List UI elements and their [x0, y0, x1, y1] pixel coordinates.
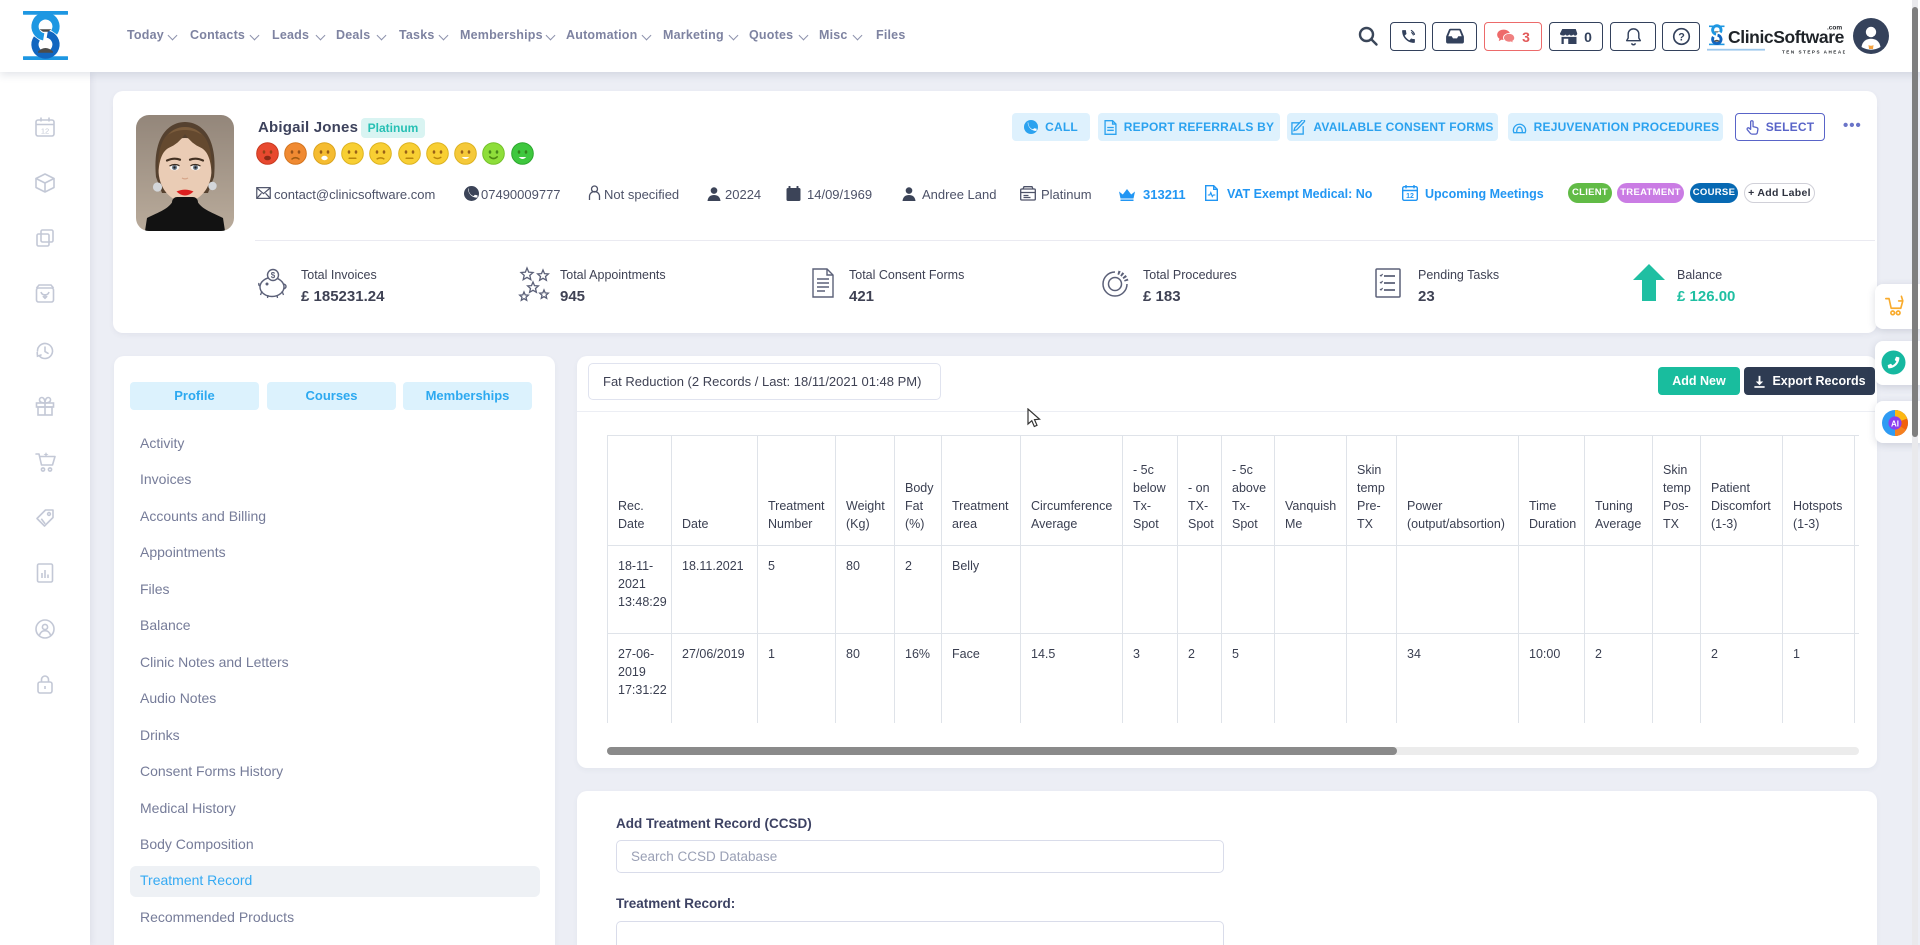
svg-text:AI: AI — [1891, 419, 1899, 428]
svg-text:12: 12 — [41, 127, 49, 136]
svg-text:TEN STEPS AHEAD: TEN STEPS AHEAD — [1782, 50, 1845, 55]
svg-text:.com: .com — [1827, 25, 1842, 32]
svg-text:12: 12 — [1406, 193, 1414, 200]
svg-text:$: $ — [271, 271, 276, 280]
svg-text:?: ? — [1678, 31, 1685, 43]
